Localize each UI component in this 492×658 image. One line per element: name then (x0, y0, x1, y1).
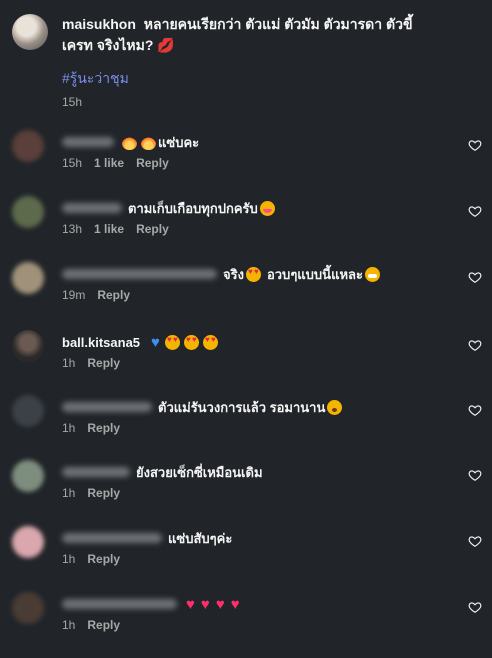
pink-heart-emoji-icon: ♥ (186, 595, 195, 613)
flushed-emoji-icon (327, 399, 343, 415)
comment-text-continued: อวบๆแบบนี้แหละ (266, 266, 363, 282)
comment-timestamp: 1h (62, 486, 76, 500)
heart-eyes-emoji-icon (183, 334, 199, 350)
comment-text: ตัวแม่รันวงการแล้ว รอมานาน (158, 399, 326, 415)
heart-outline-icon[interactable] (468, 468, 482, 482)
comment-text: จริง (223, 266, 244, 282)
avatar[interactable] (12, 262, 44, 294)
heart-eyes-emoji-icon (164, 334, 180, 350)
fire-emoji-icon (122, 134, 137, 150)
heart-outline-icon[interactable] (468, 138, 482, 152)
comment-item: แซ่บคะ 15h 1 like Reply (12, 130, 482, 196)
avatar[interactable] (12, 330, 44, 362)
comment-item: จริง อวบๆแบบนี้แหละ 19m Reply (12, 262, 482, 328)
comment-item: แซ่บสับๆค่ะ 1h Reply (12, 526, 482, 592)
commenter-username[interactable] (62, 467, 130, 477)
pink-heart-emoji-icon: ♥ (200, 595, 210, 613)
reply-button[interactable]: Reply (97, 288, 130, 302)
comment-text: แซ่บคะ (158, 134, 200, 150)
heart-outline-icon[interactable] (468, 338, 482, 352)
commenter-username[interactable] (62, 533, 162, 543)
caption-text: maisukhon หลายคนเรียกว่า ตัวแม่ ตัวมัม ต… (62, 14, 442, 56)
avatar[interactable] (12, 592, 44, 624)
caption-timestamp: 15h (62, 95, 83, 109)
heart-eyes-emoji-icon (202, 334, 218, 350)
comment-timestamp: 1h (62, 356, 76, 370)
pink-heart-emoji-icon: ♥ (215, 595, 225, 613)
reply-button[interactable]: Reply (87, 486, 120, 500)
author-avatar[interactable] (12, 14, 48, 50)
avatar[interactable] (12, 526, 44, 558)
comment-text: ตามเก็บเกือบทุกปกครับ (128, 200, 258, 216)
author-username[interactable]: maisukhon (62, 16, 136, 32)
comment-timestamp: 1h (62, 421, 76, 435)
fire-emoji-icon (141, 134, 156, 150)
comment-timestamp: 1h (62, 552, 76, 566)
like-count[interactable]: 1 like (94, 156, 124, 170)
reply-button[interactable]: Reply (136, 222, 169, 236)
comment-item: ตามเก็บเกือบทุกปกครับ 13h 1 like Reply (12, 196, 482, 262)
commenter-username[interactable] (62, 402, 152, 412)
comment-item: ♥ ♥ ♥ ♥ 1h Reply (12, 592, 482, 658)
avatar[interactable] (12, 196, 44, 228)
kiss-emoji-icon: 💋 (157, 37, 175, 53)
avatar[interactable] (12, 395, 44, 427)
commenter-username[interactable] (62, 203, 122, 213)
hashtag-link[interactable]: #รู้นะว่าชุม (62, 68, 129, 90)
avatar[interactable] (12, 460, 44, 492)
heart-outline-icon[interactable] (468, 600, 482, 614)
reply-button[interactable]: Reply (87, 421, 120, 435)
comment-timestamp: 15h (62, 156, 83, 170)
comment-timestamp: 13h (62, 222, 83, 236)
blue-heart-emoji-icon: ♥ (151, 333, 160, 351)
comment-text: แซ่บสับๆค่ะ (168, 530, 233, 546)
commenter-username[interactable] (62, 137, 114, 147)
grin-emoji-icon (364, 266, 380, 282)
heart-outline-icon[interactable] (468, 270, 482, 284)
reply-button[interactable]: Reply (136, 156, 169, 170)
heart-outline-icon[interactable] (468, 204, 482, 218)
comment-timestamp: 1h (62, 618, 76, 632)
comment-item: ball.kitsana5 ♥ 1h Reply (12, 330, 482, 396)
heart-eyes-emoji-icon (245, 266, 261, 282)
comment-item: ตัวแม่รันวงการแล้ว รอมานาน 1h Reply (12, 395, 482, 461)
heart-outline-icon[interactable] (468, 403, 482, 417)
reply-button[interactable]: Reply (87, 356, 120, 370)
pink-heart-emoji-icon: ♥ (230, 595, 240, 613)
commenter-username[interactable] (62, 599, 177, 609)
comment-timestamp: 19m (62, 288, 86, 302)
comment-text: ยังสวยเซ็กซี่เหมือนเดิม (136, 464, 263, 480)
smile-emoji-icon (259, 200, 275, 216)
comment-item: ยังสวยเซ็กซี่เหมือนเดิม 1h Reply (12, 460, 482, 526)
commenter-username[interactable] (62, 269, 217, 279)
reply-button[interactable]: Reply (87, 552, 120, 566)
commenter-username[interactable]: ball.kitsana5 (62, 335, 140, 350)
reply-button[interactable]: Reply (87, 618, 120, 632)
heart-outline-icon[interactable] (468, 534, 482, 548)
avatar[interactable] (12, 130, 44, 162)
like-count[interactable]: 1 like (94, 222, 124, 236)
